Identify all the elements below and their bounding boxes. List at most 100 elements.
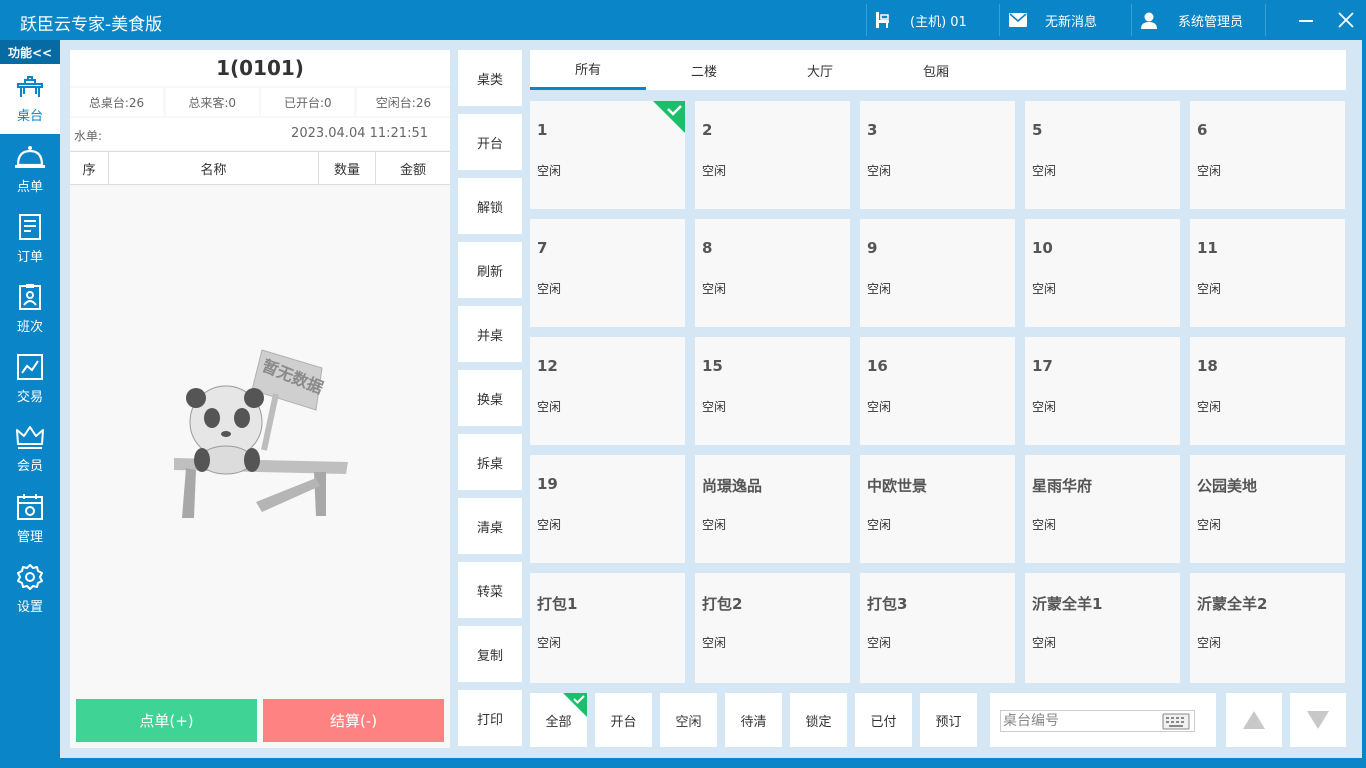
scroll-up-button[interactable]	[1226, 693, 1282, 747]
column-header-seq[interactable]: 序	[70, 152, 109, 184]
table-name: 沂蒙全羊2	[1197, 595, 1268, 613]
table-name: 9	[867, 239, 878, 257]
nav-item-tables[interactable]: 桌台	[0, 64, 60, 134]
gear-icon	[17, 564, 43, 590]
tab-private-room[interactable]: 包厢	[878, 50, 994, 90]
title-bar: 跃臣云专家-美食版 (主机) 01 无新消息 系统管理员	[0, 0, 1366, 40]
minimize-button[interactable]	[1286, 0, 1326, 40]
table-card[interactable]: 5 空闲	[1025, 101, 1180, 209]
nav-item-manage[interactable]: 管理	[0, 484, 60, 554]
user-indicator[interactable]: 系统管理员	[1140, 0, 1243, 40]
checkout-button[interactable]: 结算(-)	[263, 699, 444, 742]
table-card[interactable]: 公园美地 空闲	[1190, 455, 1345, 563]
table-card[interactable]: 18 空闲	[1190, 337, 1345, 445]
close-button[interactable]	[1326, 0, 1366, 40]
nav-item-shift[interactable]: 班次	[0, 274, 60, 344]
table-card[interactable]: 8 空闲	[695, 219, 850, 327]
open-table-button[interactable]: 开台	[458, 114, 522, 170]
table-card[interactable]: 2 空闲	[695, 101, 850, 209]
table-card[interactable]: 17 空闲	[1025, 337, 1180, 445]
stat-total-tables: 总桌台:26	[70, 88, 163, 116]
triangle-down-icon	[1307, 711, 1329, 729]
refresh-button[interactable]: 刷新	[458, 242, 522, 298]
message-indicator[interactable]: 无新消息	[1009, 0, 1097, 40]
nav-item-orders[interactable]: 订单	[0, 204, 60, 274]
table-card[interactable]: 3 空闲	[860, 101, 1015, 209]
table-card[interactable]: 沂蒙全羊2 空闲	[1190, 573, 1345, 683]
print-button[interactable]: 打印	[458, 690, 522, 746]
nav-item-label: 班次	[16, 320, 43, 335]
table-card[interactable]: 10 空闲	[1025, 219, 1180, 327]
filter-paid-button[interactable]: 已付	[855, 693, 912, 747]
filter-open-button[interactable]: 开台	[595, 693, 652, 747]
scroll-down-button[interactable]	[1290, 693, 1346, 747]
tab-all[interactable]: 所有	[530, 50, 646, 90]
filter-all-button[interactable]: 全部	[530, 693, 587, 747]
table-name: 17	[1032, 357, 1053, 375]
table-card[interactable]: 9 空闲	[860, 219, 1015, 327]
table-card[interactable]: 星雨华府 空闲	[1025, 455, 1180, 563]
table-card[interactable]: 打包1 空闲	[530, 573, 685, 683]
tab-second-floor[interactable]: 二楼	[646, 50, 762, 90]
table-status: 空闲	[1197, 282, 1222, 296]
table-name: 6	[1197, 121, 1208, 139]
nav-item-member[interactable]: 会员	[0, 414, 60, 484]
table-card[interactable]: 尚璟逸品 空闲	[695, 455, 850, 563]
table-card[interactable]: 1 空闲	[530, 101, 685, 209]
table-name: 11	[1197, 239, 1218, 257]
filter-reserved-button[interactable]: 预订	[920, 693, 977, 747]
stat-total-guests: 总来客:0	[165, 88, 259, 116]
table-card[interactable]: 打包2 空闲	[695, 573, 850, 683]
table-card[interactable]: 中欧世景 空闲	[860, 455, 1015, 563]
filter-locked-button[interactable]: 锁定	[790, 693, 847, 747]
selected-check-icon	[563, 693, 587, 717]
host-icon	[874, 11, 892, 29]
table-card[interactable]: 打包3 空闲	[860, 573, 1015, 683]
add-order-button[interactable]: 点单(+)	[76, 699, 257, 742]
table-type-button[interactable]: 桌类	[458, 50, 522, 106]
transfer-dish-button[interactable]: 转菜	[458, 562, 522, 618]
order-icon	[19, 214, 41, 240]
copy-button[interactable]: 复制	[458, 626, 522, 682]
column-header-name[interactable]: 名称	[109, 152, 319, 184]
host-indicator[interactable]: (主机) 01	[874, 0, 967, 40]
split-table-button[interactable]: 拆桌	[458, 434, 522, 490]
unlock-button[interactable]: 解锁	[458, 178, 522, 234]
keyboard-icon[interactable]	[1162, 711, 1190, 731]
order-table-header: 序 名称 数量 金额	[70, 151, 450, 185]
bell-icon	[15, 146, 45, 168]
user-icon	[1140, 11, 1158, 29]
filter-pending-clean-button[interactable]: 待清	[725, 693, 782, 747]
table-card[interactable]: 6 空闲	[1190, 101, 1345, 209]
table-card[interactable]: 15 空闲	[695, 337, 850, 445]
nav-item-settings[interactable]: 设置	[0, 554, 60, 624]
table-card[interactable]: 16 空闲	[860, 337, 1015, 445]
clear-table-button[interactable]: 清桌	[458, 498, 522, 554]
table-name: 10	[1032, 239, 1053, 257]
table-name: 打包3	[867, 595, 908, 613]
table-status: 空闲	[1197, 518, 1222, 532]
column-header-amount[interactable]: 金额	[376, 152, 450, 184]
change-table-button[interactable]: 换桌	[458, 370, 522, 426]
nav-item-trade[interactable]: 交易	[0, 344, 60, 414]
table-card[interactable]: 7 空闲	[530, 219, 685, 327]
current-table-number: 1(0101)	[70, 50, 450, 86]
selected-check-icon	[653, 101, 685, 133]
table-status: 空闲	[702, 164, 727, 178]
column-header-qty[interactable]: 数量	[319, 152, 376, 184]
nav-item-label: 管理	[16, 530, 43, 545]
table-card[interactable]: 11 空闲	[1190, 219, 1345, 327]
table-number-input[interactable]: 桌台编号	[1000, 710, 1195, 732]
table-card[interactable]: 19 空闲	[530, 455, 685, 563]
table-name: 尚璟逸品	[702, 477, 763, 495]
function-collapse-toggle[interactable]: 功能<<	[0, 40, 60, 64]
merge-table-button[interactable]: 并桌	[458, 306, 522, 362]
filter-idle-button[interactable]: 空闲	[660, 693, 717, 747]
nav-item-order[interactable]: 点单	[0, 134, 60, 204]
stat-idle-tables: 空闲台:26	[356, 88, 450, 116]
table-card[interactable]: 12 空闲	[530, 337, 685, 445]
order-panel: 1(0101) 总桌台:26 总来客:0 已开台:0 空闲台:26 水单: 20…	[70, 50, 450, 748]
table-card[interactable]: 沂蒙全羊1 空闲	[1025, 573, 1180, 683]
table-status: 空闲	[867, 164, 892, 178]
tab-hall[interactable]: 大厅	[762, 50, 878, 90]
